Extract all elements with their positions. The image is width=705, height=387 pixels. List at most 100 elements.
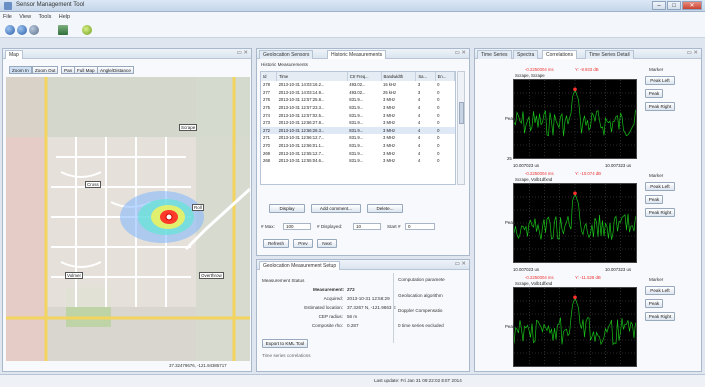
refresh-button[interactable]: Refresh (263, 239, 289, 248)
sensor-label-scrape[interactable]: Scrape (179, 124, 198, 131)
tab-geolocation-setup[interactable]: Geolocation Measurement Setup (259, 261, 341, 270)
composite-rho-label: Composite rho: (311, 323, 343, 328)
table-row[interactable]: 277 2013-10-31 14:03:14.9... 493.02... 25 k… (261, 89, 455, 97)
table-cell: 278 (263, 82, 270, 88)
table-row[interactable]: 272 2013-10-31 12:56:26.3... 831.9... 3 MHz… (261, 126, 455, 135)
column-header[interactable]: Bandwidth (381, 72, 417, 81)
table-row[interactable]: 269 2013-10-31 12:55:12.7... 831.9... 3 MHz… (261, 149, 455, 157)
prev-button[interactable]: Prev (293, 239, 313, 248)
table-cell: 272 (261, 126, 277, 135)
correlation-trace-2 (513, 184, 636, 262)
column-header[interactable]: Id (261, 72, 278, 81)
table-row[interactable]: 273 2013-10-31 12:56:27.8... 831.9... 3 MHz… (261, 119, 455, 127)
table-cell: 493.02... (349, 82, 366, 88)
param-geolocation-algorithm[interactable]: Geolocation algorithm (398, 293, 443, 298)
sensor-label-overthrow[interactable]: Overthrow (199, 272, 224, 279)
correlation-plot-3[interactable] (513, 287, 637, 367)
plot3-peak-left-button[interactable]: Peak Left (645, 286, 675, 295)
export-kml-button[interactable]: Export to KML Tool (262, 339, 308, 348)
peak-marker[interactable] (573, 191, 577, 196)
plot1-peak-right-button[interactable]: Peak Right (645, 102, 675, 111)
start-field[interactable]: 0 (405, 223, 435, 230)
menu-file[interactable]: File (0, 12, 15, 22)
plot3-peak-right-button[interactable]: Peak Right (645, 312, 675, 321)
tab-correlations[interactable]: Correlations (542, 50, 577, 59)
tab-map-label: Map (9, 52, 19, 58)
menu-help[interactable]: Help (56, 12, 73, 22)
plot1-peak-button[interactable]: Peak (645, 89, 663, 98)
correlation-plot-1[interactable] (513, 79, 637, 159)
table-cell: 2013-10-31 12:56:26.3... (276, 126, 348, 135)
stop-icon[interactable] (29, 25, 39, 35)
column-header[interactable]: Ctr Freq... (347, 72, 382, 81)
angle-distance-button[interactable]: Angle/Distance (97, 66, 134, 74)
panel-controls[interactable]: ▭ ✕ (687, 50, 698, 56)
table-cell: 831.9... (349, 112, 364, 118)
plot3-peak-button[interactable]: Peak (645, 299, 663, 308)
table-cell: 274 (263, 112, 270, 118)
sensor-label-cross[interactable]: Cross (85, 181, 101, 188)
panel-controls[interactable]: ▭ ✕ (237, 50, 248, 56)
plot2-peak-right-button[interactable]: Peak Right (645, 208, 675, 217)
param-doppler-compensation[interactable]: Doppler Compensatio (398, 308, 442, 313)
table-row[interactable]: 271 2013-10-31 12:56:12.7... 831.9... 3 MHz… (261, 134, 455, 142)
plot2-peak-left-button[interactable]: Peak Left (645, 182, 675, 191)
max-field[interactable]: 100 (283, 223, 311, 230)
back-icon[interactable] (5, 25, 15, 35)
table-row[interactable]: 270 2013-10-31 12:56:01.1... 831.9... 3 MHz… (261, 142, 455, 150)
maximize-button[interactable]: □ (667, 1, 681, 10)
minimize-button[interactable]: – (652, 1, 666, 10)
tab-historic-measurements[interactable]: Historic Measurements (327, 50, 387, 59)
geo-setup-header: Geolocation Measurement Setup ▭ ✕ (257, 260, 469, 270)
menu-tools[interactable]: Tools (35, 12, 54, 22)
column-header[interactable]: Sa... (415, 72, 436, 81)
add-comment-button[interactable]: Add comment... (311, 204, 361, 213)
table-row[interactable]: 278 2013-10-31 14:03:16.2... 493.02... 15 k… (261, 81, 455, 89)
menu-view[interactable]: View (16, 12, 34, 22)
zoom-out-button[interactable]: Zoom Out (32, 66, 59, 74)
tab-map[interactable]: Map (5, 50, 23, 59)
table-cell: 2013-10-31 12:56:01.1... (278, 143, 325, 149)
table-row[interactable]: 274 2013-10-31 12:57:02.5... 831.9... 3 MHz… (261, 111, 455, 119)
zoom-in-button[interactable]: Zoom In (9, 66, 32, 74)
table-cell: 3 MHz (383, 112, 396, 118)
plot1-x-end: 10.007323 us (605, 163, 632, 168)
sensor-label-volmer[interactable]: Volmer (65, 272, 84, 279)
plot1-peak-left-button[interactable]: Peak Left (645, 76, 675, 85)
next-button[interactable]: Next (317, 239, 337, 248)
table-row[interactable]: 276 2013-10-31 12:57:25.8... 831.9... 3 MHz… (261, 96, 455, 104)
table-cell: 4 (417, 120, 421, 126)
sensor-label-roll[interactable]: Roll (192, 204, 204, 211)
tab-time-series-detail[interactable]: Time Series Detail (585, 50, 634, 59)
peak-marker[interactable] (573, 295, 577, 300)
displayed-field[interactable]: 10 (353, 223, 381, 230)
connect-icon[interactable] (82, 25, 92, 35)
section-title: Historic Measurements (261, 62, 308, 67)
table-scrollbar[interactable] (457, 71, 465, 185)
tab-time-series[interactable]: Time Series (477, 50, 512, 59)
street-map[interactable] (6, 77, 250, 361)
table-row[interactable]: 275 2013-10-31 12:57:23.3... 831.9... 3 MHz… (261, 104, 455, 112)
table-cell: 0 (437, 112, 440, 118)
close-button[interactable]: ✕ (682, 1, 702, 10)
table-cell: 15 kHz (383, 82, 397, 88)
full-map-button[interactable]: Full Map (74, 66, 98, 74)
plot2-peak-button[interactable]: Peak (645, 195, 663, 204)
correlation-trace-3 (513, 288, 636, 366)
table-row[interactable]: 268 2013-10-31 12:55:04.6... 831.9... 3 MHz… (261, 157, 455, 165)
scrollbar-thumb[interactable] (459, 102, 464, 124)
save-icon[interactable] (58, 25, 68, 35)
tab-geolocation-sensors[interactable]: Geolocation Sensors (259, 50, 314, 59)
correlation-plot-2[interactable] (513, 183, 637, 263)
panel-controls[interactable]: ▭ ✕ (455, 261, 466, 267)
column-header[interactable]: Time (276, 72, 348, 81)
forward-icon[interactable] (17, 25, 27, 35)
panel-controls[interactable]: ▭ ✕ (455, 50, 466, 56)
display-button[interactable]: Display (269, 204, 305, 213)
table-cell: 271 (263, 135, 270, 141)
peak-marker[interactable] (573, 87, 577, 92)
plot3-subtitle: Scrape, Volb1dfxnd (515, 281, 553, 286)
column-header[interactable]: En... (435, 72, 455, 81)
delete-button[interactable]: Delete... (367, 204, 403, 213)
tab-spectra[interactable]: Spectra (513, 50, 539, 59)
